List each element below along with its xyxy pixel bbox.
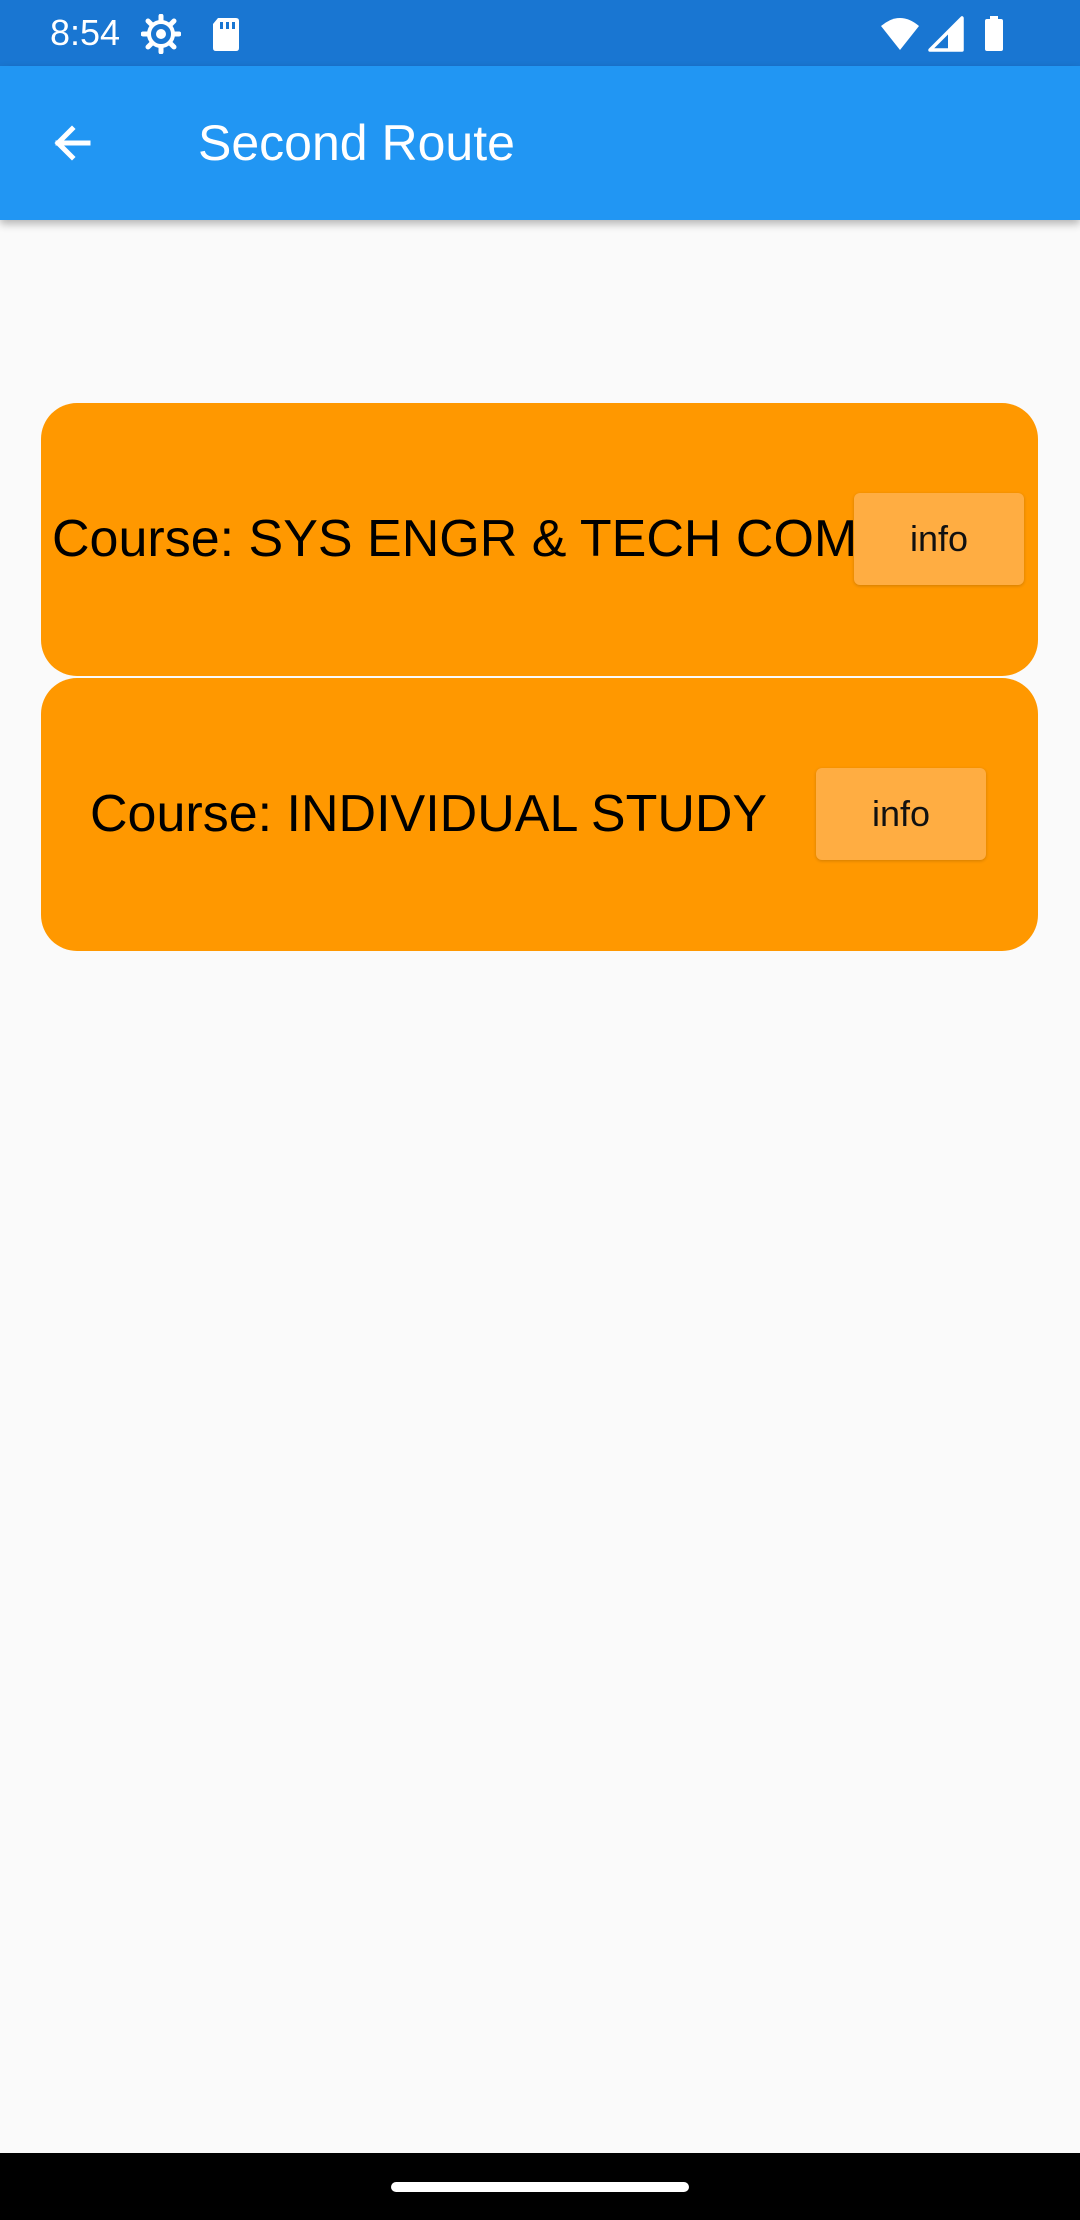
info-button[interactable]: info <box>854 493 1024 585</box>
back-button[interactable] <box>36 107 108 179</box>
page-title: Second Route <box>198 115 515 171</box>
course-card: Course: SYS ENGR & TECH COM info <box>41 403 1038 676</box>
cellular-signal-icon <box>926 14 966 54</box>
arrow-back-icon <box>48 119 96 167</box>
course-label: Course: INDIVIDUAL STUDY <box>90 785 768 843</box>
course-label: Course: SYS ENGR & TECH COM <box>52 510 858 568</box>
navigation-bar <box>0 2153 1080 2220</box>
settings-gear-icon <box>140 13 182 55</box>
wifi-icon <box>880 14 920 54</box>
sd-card-icon <box>206 14 246 54</box>
course-card: Course: INDIVIDUAL STUDY info <box>41 678 1038 951</box>
app-bar: Second Route <box>0 66 1080 220</box>
status-bar: 8:54 <box>0 0 1080 66</box>
info-button[interactable]: info <box>816 768 986 860</box>
status-time: 8:54 <box>50 12 121 53</box>
battery-icon <box>974 14 1014 54</box>
home-gesture-handle[interactable] <box>391 2182 689 2192</box>
